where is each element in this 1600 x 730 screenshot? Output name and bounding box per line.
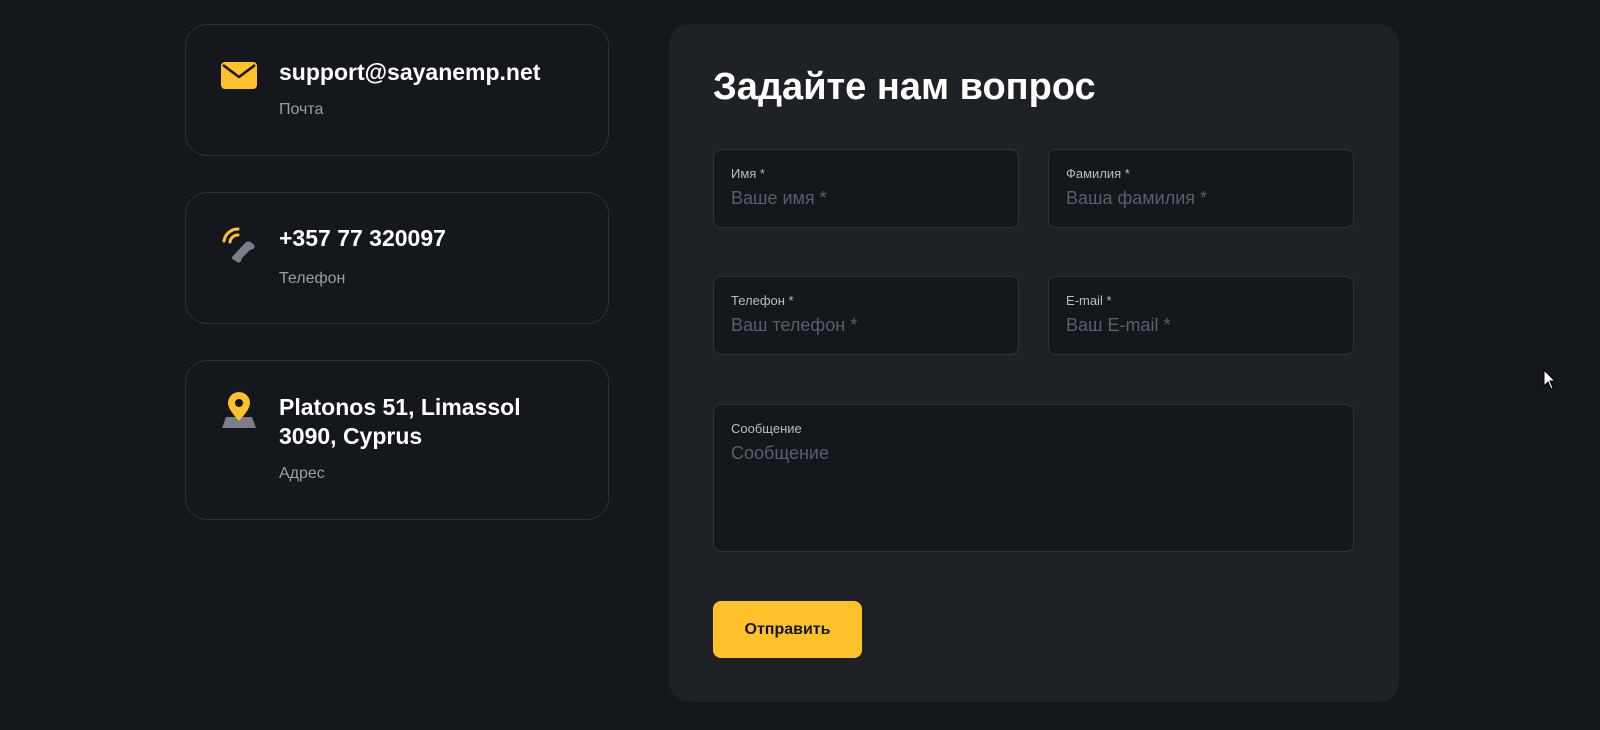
contact-page: support@sayanemp.net Почта +357 77 32009… (0, 0, 1600, 730)
message-field[interactable]: Сообщение (713, 404, 1354, 552)
mouse-cursor-icon (1543, 368, 1557, 396)
email-input[interactable] (1066, 315, 1336, 336)
contact-card-phone: +357 77 320097 Телефон (185, 192, 609, 324)
contact-card-mail: support@sayanemp.net Почта (185, 24, 609, 156)
phone-label: Телефон * (731, 293, 794, 308)
contact-card-address: Platonos 51, Limassol 3090, Cyprus Адрес (185, 360, 609, 520)
last-name-input[interactable] (1066, 188, 1336, 209)
contact-phone-value[interactable]: +357 77 320097 (279, 224, 584, 253)
submit-button[interactable]: Отправить (713, 601, 862, 658)
last-name-label: Фамилия * (1066, 166, 1130, 181)
message-textarea[interactable] (731, 443, 1336, 533)
contact-email-caption: Почта (279, 101, 324, 118)
phone-input[interactable] (731, 315, 1001, 336)
email-label: E-mail * (1066, 293, 1112, 308)
contact-phone-caption: Телефон (279, 270, 346, 287)
phone-field[interactable]: Телефон * (713, 276, 1019, 355)
first-name-field[interactable]: Имя * (713, 149, 1019, 228)
contact-address-caption: Адрес (279, 465, 325, 482)
last-name-field[interactable]: Фамилия * (1048, 149, 1354, 228)
location-pin-icon (220, 391, 258, 434)
message-label: Сообщение (731, 421, 802, 436)
email-field[interactable]: E-mail * (1048, 276, 1354, 355)
first-name-input[interactable] (731, 188, 1001, 209)
contact-address-value: Platonos 51, Limassol 3090, Cyprus (279, 394, 521, 449)
contact-email-value[interactable]: support@sayanemp.net (279, 58, 584, 87)
contact-form: Задайте нам вопрос Имя * Фамилия * Телеф… (669, 24, 1399, 702)
form-title: Задайте нам вопрос (713, 66, 1096, 108)
first-name-label: Имя * (731, 166, 765, 181)
mail-icon (220, 59, 258, 96)
phone-icon (220, 227, 258, 268)
